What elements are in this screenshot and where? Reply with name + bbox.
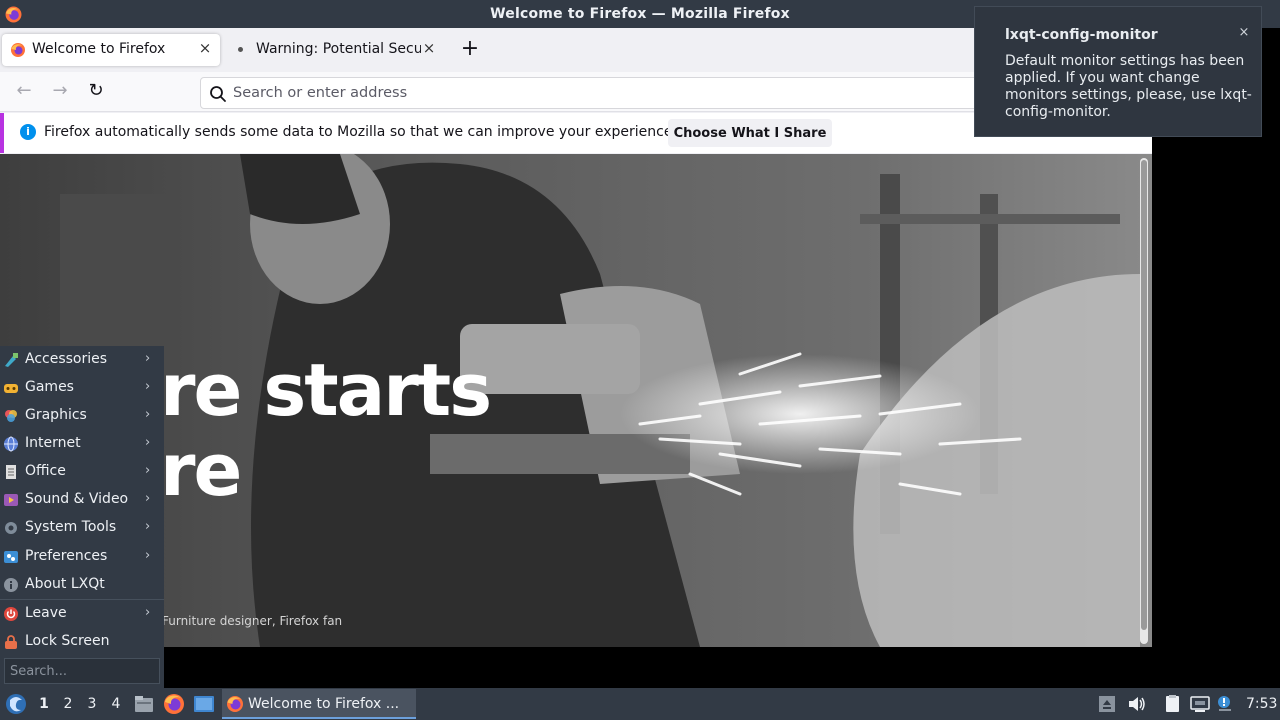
taskbar-clock[interactable]: 7:53 (1246, 696, 1277, 712)
clipboard-icon[interactable] (1163, 694, 1183, 714)
lxqt-start-icon[interactable] (4, 692, 28, 716)
notification-body: Default monitor settings has been applie… (1005, 53, 1252, 120)
menu-item-label: Lock Screen (25, 633, 110, 649)
start-menu: Accessories › Games › Graphics › Interne… (0, 346, 164, 688)
menu-item-graphics[interactable]: Graphics › (0, 402, 164, 430)
games-icon (4, 384, 18, 393)
menu-item-label: About LXQt (25, 576, 105, 592)
accessories-icon (5, 353, 18, 367)
menu-item-preferences[interactable]: Preferences › (0, 543, 164, 571)
eject-icon[interactable] (1097, 694, 1117, 714)
menu-item-accessories[interactable]: Accessories › (0, 346, 164, 374)
scrollbar-thumb[interactable] (1141, 160, 1147, 630)
menu-item-label: System Tools (25, 519, 117, 535)
office-icon (6, 465, 16, 479)
desktop-2-button[interactable]: 2 (58, 696, 78, 714)
menu-item-label: Sound & Video (25, 491, 129, 507)
tab-welcome[interactable]: Welcome to Firefox × (2, 34, 220, 66)
data-notification-text: Firefox automatically sends some data to… (44, 124, 677, 140)
firefox-launcher-icon[interactable] (163, 693, 185, 715)
notification-close-icon[interactable]: × (1237, 26, 1251, 40)
menu-item-label: Accessories (25, 351, 108, 367)
page-content: re starts re Furniture designer, Firefox… (0, 154, 1152, 647)
taskbar: 1 2 3 4 Welcome to Firefox ... 7:53 (0, 688, 1280, 720)
menu-item-sound-video[interactable]: Sound & Video › (0, 486, 164, 514)
system-tools-icon (5, 522, 17, 534)
show-desktop-icon[interactable] (193, 693, 215, 715)
desktop-3-button[interactable]: 3 (82, 696, 102, 714)
menu-search-box[interactable] (4, 658, 160, 684)
menu-item-internet[interactable]: Internet › (0, 430, 164, 458)
desktop-4-button[interactable]: 4 (106, 696, 126, 714)
menu-item-label: Preferences (25, 548, 108, 564)
menu-item-label: Leave (25, 605, 67, 621)
tab-welcome-label: Welcome to Firefox (32, 41, 166, 57)
page-scrollbar[interactable] (1140, 158, 1148, 644)
menu-item-lock-screen[interactable]: Lock Screen (0, 628, 164, 656)
hero-caption: Furniture designer, Firefox fan (162, 614, 343, 628)
volume-icon[interactable] (1126, 694, 1146, 714)
menu-item-label: Office (25, 463, 66, 479)
menu-item-system-tools[interactable]: System Tools › (0, 514, 164, 542)
taskbar-task-label: Welcome to Firefox ... (248, 696, 400, 712)
monitor-notification: lxqt-config-monitor × Default monitor se… (974, 6, 1262, 137)
submenu-arrow-icon: › (145, 519, 151, 534)
internet-icon (4, 436, 18, 452)
submenu-arrow-icon: › (145, 548, 151, 563)
menu-item-label: Games (25, 379, 74, 395)
submenu-arrow-icon: › (145, 379, 151, 394)
submenu-arrow-icon: › (145, 491, 151, 506)
menu-item-games[interactable]: Games › (0, 374, 164, 402)
hero-headline-line2: re (160, 428, 242, 512)
desktop-1-button[interactable]: 1 (34, 696, 54, 714)
menu-item-office[interactable]: Office › (0, 458, 164, 486)
tab-loading-dot-icon (238, 47, 243, 52)
hero-headline-line1: re starts (160, 348, 492, 432)
about-icon (4, 578, 18, 592)
submenu-arrow-icon: › (145, 435, 151, 450)
menu-item-about-lxqt[interactable]: About LXQt (0, 571, 164, 599)
taskbar-firefox-task[interactable]: Welcome to Firefox ... (222, 689, 416, 719)
submenu-arrow-icon: › (145, 351, 151, 366)
menu-item-label: Graphics (25, 407, 87, 423)
submenu-arrow-icon: › (145, 605, 151, 620)
back-button[interactable]: ← (12, 80, 36, 104)
menu-item-leave[interactable]: Leave › (0, 600, 164, 628)
network-icon[interactable] (1190, 694, 1210, 714)
reload-button[interactable]: ↻ (84, 80, 108, 104)
url-input[interactable] (233, 82, 933, 104)
file-manager-icon[interactable] (133, 693, 155, 715)
tab-warning-label: Warning: Potential Security Risk Ahead (256, 41, 421, 57)
lock-icon (5, 635, 17, 649)
submenu-arrow-icon: › (145, 407, 151, 422)
forward-button[interactable]: → (48, 80, 72, 104)
search-icon (210, 86, 226, 102)
tab-welcome-close-icon[interactable]: × (196, 39, 214, 59)
menu-item-label: Internet (25, 435, 81, 451)
info-icon: i (20, 124, 36, 140)
tab-warning-close-icon[interactable]: × (420, 39, 438, 59)
choose-what-i-share-button[interactable]: Choose What I Share (668, 119, 832, 147)
submenu-arrow-icon: › (145, 463, 151, 478)
notification-title: lxqt-config-monitor (1005, 27, 1158, 43)
graphics-icon (5, 410, 17, 422)
menu-search-input[interactable] (5, 659, 159, 683)
update-notifier-icon[interactable] (1215, 694, 1235, 714)
firefox-task-icon (227, 696, 243, 712)
hero-headline: re starts re (160, 348, 492, 512)
new-tab-button[interactable]: + (458, 38, 482, 62)
preferences-icon (4, 551, 18, 563)
leave-icon (4, 607, 18, 621)
sound-video-icon (4, 494, 18, 506)
tab-warning[interactable]: Warning: Potential Security Risk Ahead × (222, 34, 444, 66)
firefox-tab-icon (11, 43, 25, 57)
